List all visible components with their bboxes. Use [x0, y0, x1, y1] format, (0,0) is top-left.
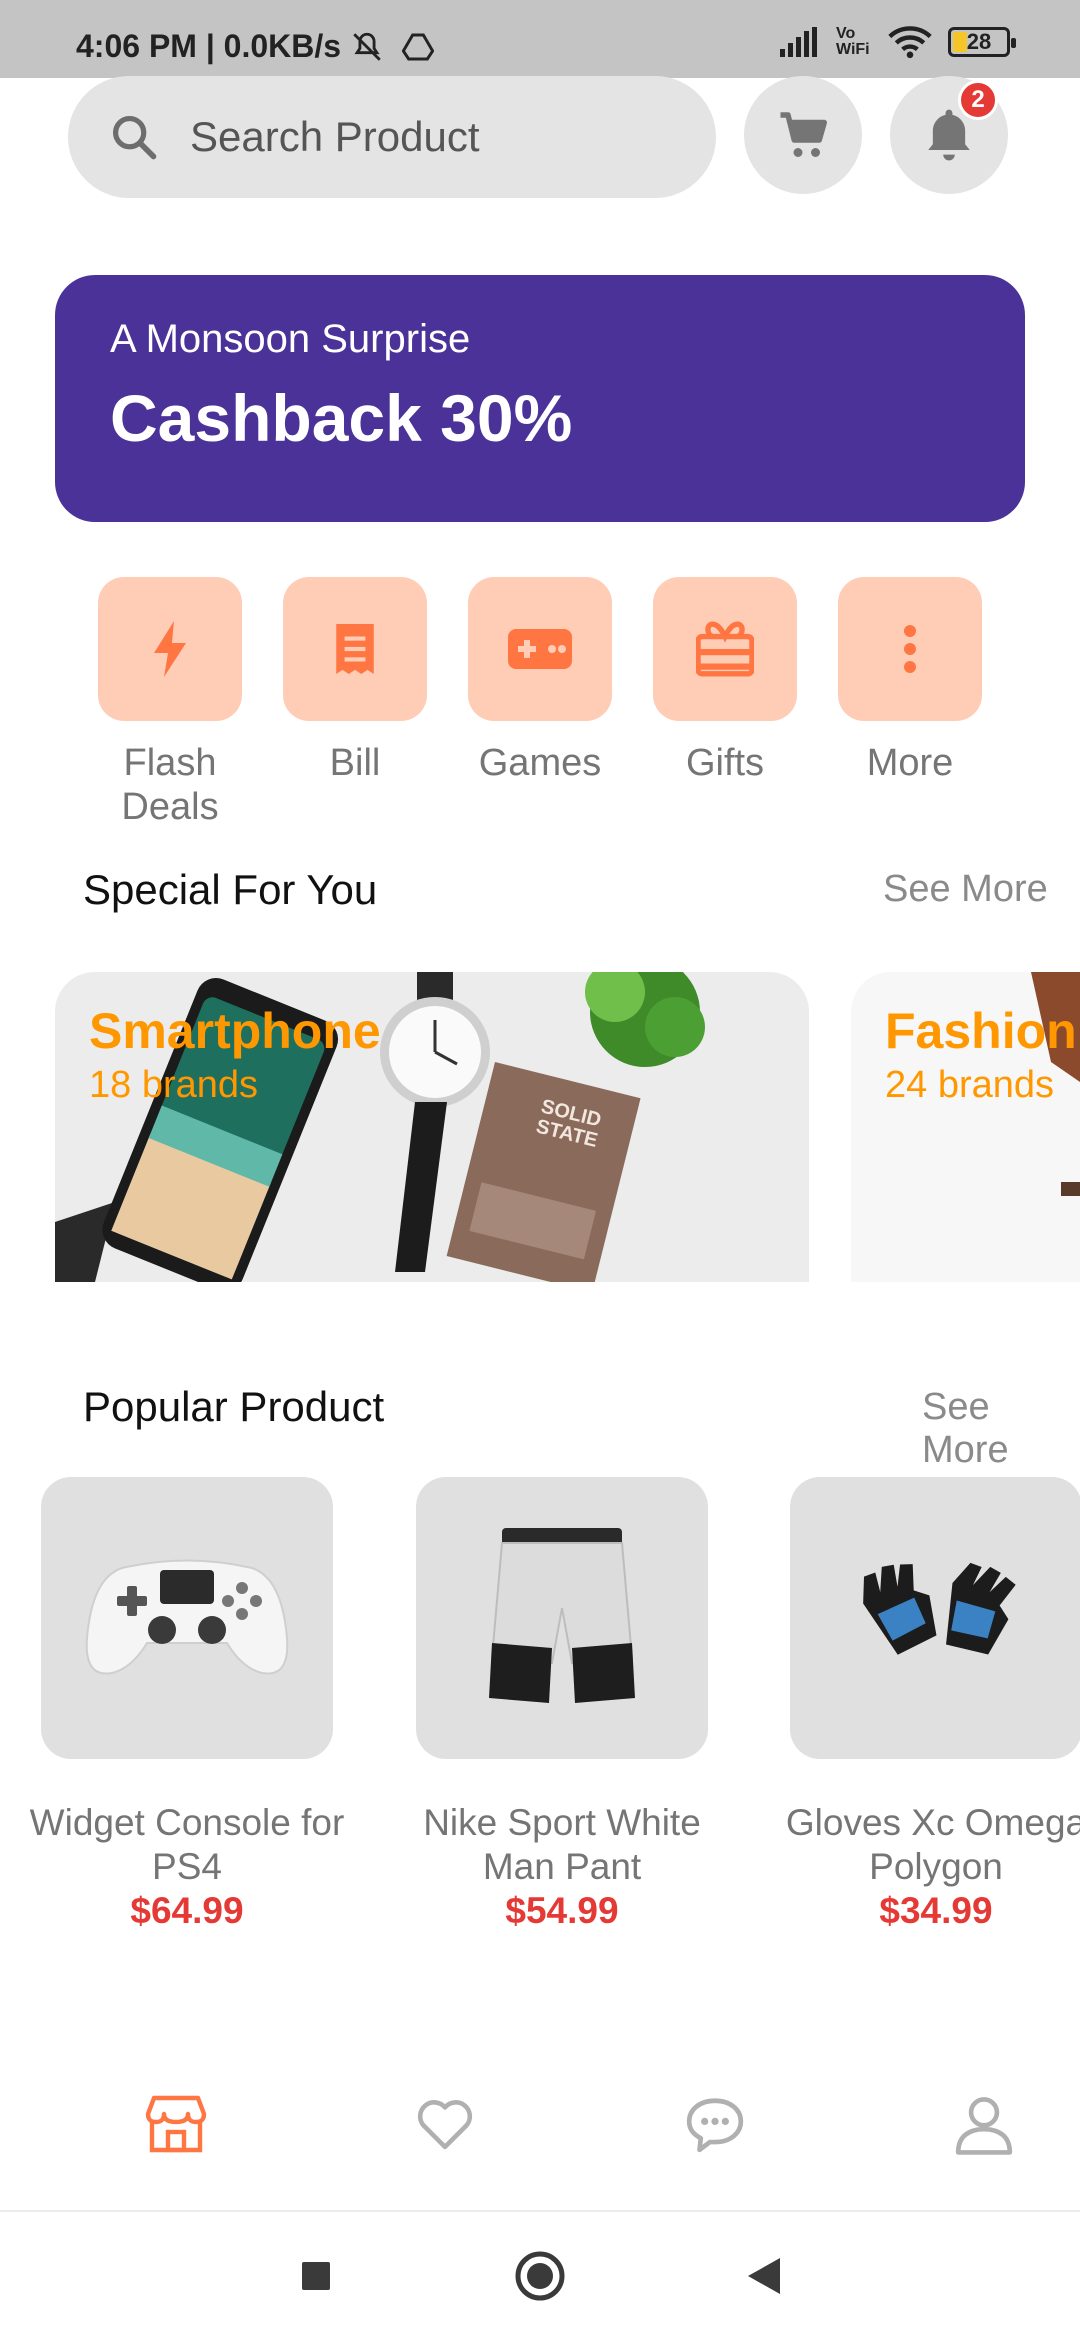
category-bill[interactable]: Bill — [283, 577, 427, 785]
special-card-title: Fashion — [885, 1003, 1077, 1059]
cart-icon — [780, 112, 827, 157]
product-name: Nike Sport White Man Pant — [423, 1802, 701, 1887]
signal-icon — [780, 27, 817, 57]
category-label: Flash Deals — [121, 742, 219, 828]
category-label: More — [866, 742, 954, 784]
special-card-subtitle: 18 brands — [89, 1064, 259, 1106]
special-section-title: Special For You — [83, 866, 378, 913]
gamepad-icon — [508, 629, 572, 669]
category-gifts[interactable]: Gifts — [653, 577, 797, 785]
product-card[interactable]: Gloves Xc Omega Polygon $34.99 — [786, 1477, 1080, 1933]
flash-icon — [154, 621, 186, 677]
status-bar: 4:06 PM | 0.0KB/s Vo WiFi 28 — [0, 0, 1080, 78]
special-card-title: Smartphone — [89, 1003, 381, 1059]
notification-button[interactable]: 2 — [890, 76, 1008, 194]
product-price: $34.99 — [879, 1890, 993, 1931]
cart-button[interactable] — [744, 76, 862, 194]
back-button[interactable] — [738, 2250, 790, 2302]
nav-favourites[interactable] — [405, 2084, 485, 2164]
wifi-icon — [888, 26, 932, 59]
product-card[interactable]: Widget Console for PS4 $64.99 — [30, 1477, 344, 1933]
category-more[interactable]: More — [838, 577, 982, 785]
banner-subtitle: A Monsoon Surprise — [110, 317, 471, 361]
product-name: Gloves Xc Omega Polygon — [785, 1802, 1080, 1887]
special-card-smartphone[interactable]: SOLID STATE Smartphone 18 brands — [55, 972, 809, 1282]
product-card[interactable]: Nike Sport White Man Pant $54.99 — [416, 1477, 708, 1933]
special-see-more-link[interactable]: See More — [883, 868, 1048, 911]
notification-badge: 2 — [958, 80, 998, 120]
nav-shop[interactable] — [136, 2084, 216, 2164]
popular-see-more-link[interactable]: See More — [922, 1386, 1080, 1472]
system-navigation-bar — [0, 2212, 1080, 2340]
product-name: Widget Console for PS4 — [29, 1802, 345, 1887]
pants-image — [489, 1528, 635, 1703]
special-card-subtitle: 24 brands — [885, 1064, 1055, 1106]
status-time: 4:06 PM | 0.0KB/s — [76, 28, 342, 64]
gift-icon — [696, 621, 754, 677]
gloves-image — [863, 1562, 1016, 1655]
search-bar[interactable]: Search Product — [68, 76, 716, 198]
ps4-controller-image — [85, 1559, 289, 1675]
category-games[interactable]: Games — [468, 577, 612, 785]
recent-apps-button[interactable] — [290, 2250, 342, 2302]
more-vertical-icon — [904, 625, 916, 673]
home-button[interactable] — [514, 2250, 566, 2302]
banner-title: Cashback 30% — [110, 381, 573, 455]
shop-icon — [145, 2095, 207, 2153]
heart-icon — [417, 2100, 473, 2150]
product-price: $64.99 — [130, 1890, 244, 1931]
nav-profile[interactable] — [944, 2084, 1024, 2164]
search-input[interactable]: Search Product — [190, 113, 480, 161]
user-icon — [955, 2097, 1013, 2155]
search-icon — [112, 115, 157, 160]
drive-icon — [402, 33, 434, 61]
bill-icon — [336, 624, 374, 674]
bottom-navigation — [0, 2070, 1080, 2210]
category-flash-deals[interactable]: Flash Deals — [98, 577, 242, 829]
category-label: Games — [478, 742, 602, 784]
popular-section-title: Popular Product — [83, 1383, 385, 1430]
product-price: $54.99 — [505, 1890, 619, 1931]
mute-icon — [353, 32, 381, 61]
triangle-back-icon — [748, 2258, 780, 2294]
special-card-fashion[interactable]: Fashion 24 brands — [851, 972, 1080, 1282]
category-label: Bill — [329, 742, 381, 784]
chat-icon — [686, 2098, 744, 2153]
category-label: Gifts — [685, 742, 765, 784]
promo-banner[interactable]: A Monsoon Surprise Cashback 30% — [55, 275, 1025, 522]
battery-indicator: 28 — [948, 27, 1016, 57]
vowifi-label: Vo WiFi — [836, 25, 870, 58]
nav-chat[interactable] — [675, 2084, 755, 2164]
circle-icon — [515, 2251, 565, 2301]
square-icon — [302, 2262, 330, 2290]
